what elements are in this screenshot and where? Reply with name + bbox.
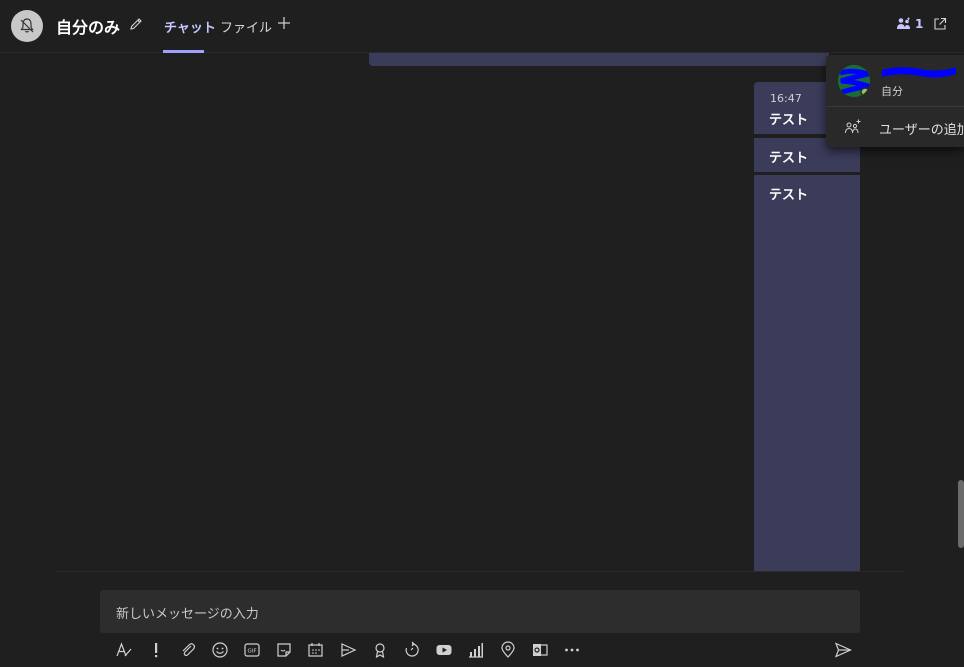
message-bubble[interactable]: テスト — [754, 175, 860, 571]
scrollbar[interactable] — [958, 480, 964, 548]
pencil-icon[interactable] — [128, 16, 144, 32]
location-icon[interactable] — [499, 641, 517, 659]
composer-divider — [57, 571, 905, 572]
participant-self-label: 自分 — [881, 85, 903, 98]
youtube-icon[interactable] — [435, 641, 453, 659]
format-icon[interactable] — [115, 641, 133, 659]
stream-icon[interactable] — [339, 641, 357, 659]
loop-icon[interactable] — [403, 641, 421, 659]
emoji-icon[interactable] — [211, 641, 229, 659]
flyout-divider — [826, 106, 964, 107]
svg-text:GIF: GIF — [247, 649, 256, 655]
message-text: テスト — [769, 151, 809, 166]
meeting-icon[interactable] — [307, 641, 325, 659]
add-user-icon[interactable] — [844, 118, 862, 136]
message-text: テスト — [769, 113, 809, 128]
send-icon[interactable] — [834, 641, 852, 659]
important-icon[interactable] — [147, 641, 165, 659]
participants-count: 1 — [915, 17, 924, 31]
chart-icon[interactable] — [467, 641, 485, 659]
participants-flyout: 自分 ユーザーの追加 — [826, 55, 964, 147]
redacted-name — [882, 67, 956, 78]
tab-active-indicator — [163, 50, 204, 53]
participants-button[interactable]: 1 — [896, 16, 923, 32]
add-user-button[interactable]: ユーザーの追加 — [879, 119, 964, 138]
people-icon — [897, 17, 910, 29]
attach-icon[interactable] — [179, 641, 197, 659]
outlook-icon[interactable] — [531, 641, 549, 659]
plus-icon[interactable] — [276, 15, 292, 31]
popout-icon[interactable] — [932, 16, 948, 32]
message-text: テスト — [769, 188, 809, 203]
message-timestamp: 16:47 — [770, 92, 802, 105]
composer-placeholder: 新しいメッセージの入力 — [116, 607, 259, 622]
chat-avatar[interactable] — [11, 10, 43, 42]
praise-icon[interactable] — [371, 641, 389, 659]
tab-chat[interactable]: チャット — [164, 17, 216, 36]
bell-slash-icon — [20, 18, 34, 33]
tab-files[interactable]: ファイル — [220, 17, 272, 36]
message-composer[interactable]: 新しいメッセージの入力 — [100, 590, 860, 633]
chat-header: 自分のみ チャット ファイル 1 — [0, 0, 964, 53]
sticker-icon[interactable] — [275, 641, 293, 659]
previous-message-bubble — [369, 53, 829, 66]
more-icon[interactable] — [563, 641, 581, 659]
gif-icon[interactable]: GIF — [243, 641, 261, 659]
participant-avatar[interactable] — [838, 65, 870, 97]
chat-title: 自分のみ — [56, 18, 121, 37]
